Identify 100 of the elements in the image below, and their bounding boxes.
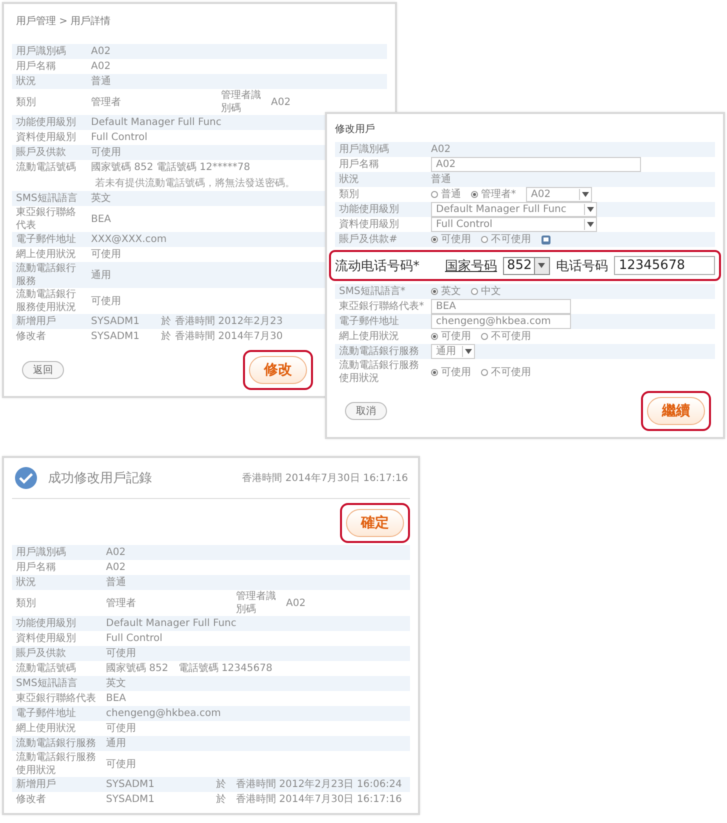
- field-label: 電子郵件地址: [16, 233, 77, 246]
- field-value: A02: [91, 45, 111, 58]
- caret-icon: [465, 349, 472, 354]
- field-value: 普通: [106, 576, 126, 589]
- field-label: 流動電話號碼: [16, 662, 77, 675]
- timestamp: 香港時間 2012年2月23: [175, 315, 283, 328]
- radio-option[interactable]: 不可使用: [481, 366, 531, 378]
- field-label: 功能使用級別: [339, 203, 400, 216]
- field-label: 流動電話銀行服務: [16, 737, 97, 750]
- field-label: 類別: [16, 96, 37, 108]
- field-label: 用戶識別碼: [339, 143, 390, 156]
- radio-option[interactable]: 可使用: [431, 366, 471, 378]
- field-label: 資料使用級別: [16, 131, 77, 144]
- field-label: 資料使用級別: [339, 218, 400, 231]
- input-field[interactable]: A02: [431, 157, 641, 172]
- field-label: 用戶識別碼: [16, 546, 67, 559]
- field-label: 東亞銀行聯絡代表: [16, 206, 77, 232]
- action-button[interactable]: 繼續: [647, 397, 705, 425]
- field-label: SMS短訊語言: [16, 192, 78, 205]
- radio-option[interactable]: 中文: [471, 285, 501, 298]
- field-value: chengeng@hkbea.com: [106, 707, 221, 720]
- dropdown[interactable]: A02: [526, 187, 592, 202]
- panel-title: 修改用戶: [335, 122, 376, 137]
- field-label: 狀況: [339, 173, 360, 186]
- field-value: A02: [91, 60, 111, 73]
- field-value: Full Control: [106, 632, 162, 645]
- radio-option[interactable]: 英文: [431, 285, 461, 298]
- field-label: 東亞銀行聯絡代表*: [339, 300, 425, 313]
- field-value: 英文: [91, 192, 111, 205]
- field-value: SYSADM1: [91, 330, 141, 343]
- field-label: 類別: [339, 188, 360, 201]
- field-label: 流動電話銀行服務使用狀況: [339, 359, 420, 385]
- field-label: 狀況: [16, 576, 37, 589]
- field-value: 可使用: [91, 248, 121, 261]
- field-label: 流動電話銀行服務使用狀況: [16, 288, 77, 314]
- field-label: 網上使用狀況: [339, 330, 400, 343]
- field-label: 網上使用狀況: [16, 722, 77, 735]
- action-button[interactable]: 返回: [22, 361, 64, 379]
- field-label: 国家号码: [445, 258, 497, 274]
- dropdown[interactable]: Default Manager Full Func: [431, 202, 597, 217]
- field-label: 東亞銀行聯絡代表: [16, 692, 97, 705]
- dropdown[interactable]: 通用: [431, 344, 475, 359]
- field-value: 管理者: [106, 596, 137, 610]
- field-value: BEA: [106, 692, 126, 705]
- dropdown[interactable]: Full Control: [431, 217, 597, 232]
- action-button[interactable]: 確定: [346, 509, 404, 537]
- field-value: SYSADM1: [91, 315, 141, 328]
- radio-option[interactable]: 管理者*: [471, 188, 516, 201]
- action-button[interactable]: 修改: [249, 356, 307, 384]
- timestamp: 香港時間 2014年7月30: [175, 330, 283, 343]
- radio-option[interactable]: 普通: [431, 188, 461, 201]
- field-label: 賬戶及供款#: [339, 233, 398, 246]
- field-label: 管理者識別碼: [221, 89, 262, 115]
- field-value: A02: [271, 96, 291, 108]
- timestamp: 香港時間 2014年7月30日 16:17:16: [242, 472, 408, 485]
- field-value: BEA: [91, 212, 112, 226]
- caret-icon: [582, 192, 589, 197]
- field-label: 電子郵件地址: [16, 707, 77, 720]
- radio-option[interactable]: 不可使用: [481, 330, 531, 343]
- field-value: 國家號碼 852 電話號碼 12*****78: [91, 161, 250, 174]
- breadcrumb: 用戶管理 > 用戶詳情: [15, 14, 112, 29]
- field-value: SYSADM1: [106, 793, 156, 806]
- field-value: A02: [431, 143, 451, 156]
- timestamp: 香港時間 2012年2月23日 16:06:24: [236, 778, 402, 791]
- field-value: SYSADM1: [106, 778, 156, 791]
- field-label: 用戶名稱: [16, 561, 57, 574]
- field-label: 流動電話銀行服務使用狀況: [16, 751, 97, 777]
- field-label: SMS短訊語言: [16, 677, 78, 690]
- radio-option[interactable]: 可使用: [431, 233, 471, 246]
- input-field[interactable]: BEA: [431, 299, 571, 314]
- field-value: 於: [161, 315, 172, 328]
- field-label: 功能使用級別: [16, 617, 77, 630]
- caret-icon: [587, 222, 594, 227]
- caret-icon: [538, 263, 546, 268]
- field-value: 管理者: [91, 96, 122, 108]
- radio-option[interactable]: 可使用: [431, 330, 471, 343]
- field-value: A02: [106, 546, 126, 559]
- field-value: Default Manager Full Func: [106, 617, 236, 630]
- field-value: Default Manager Full Func: [91, 116, 222, 129]
- dropdown[interactable]: 852: [503, 256, 550, 274]
- field-value: 普通: [91, 75, 111, 88]
- action-button[interactable]: 取消: [345, 402, 387, 420]
- field-label: 電子郵件地址: [339, 315, 400, 328]
- field-label: 資料使用級別: [16, 632, 77, 645]
- caret-icon: [587, 207, 594, 212]
- field-label: 用戶名稱: [339, 158, 380, 171]
- field-label: 修改者: [16, 330, 47, 343]
- field-value: 於: [216, 778, 227, 791]
- field-value: 普通: [431, 173, 451, 186]
- field-label: 流動電話銀行服務: [339, 345, 420, 358]
- field-label: 用戶識別碼: [16, 45, 67, 58]
- field-label: 流動電話銀行服務: [16, 262, 77, 288]
- input-field[interactable]: chengeng@hkbea.com: [431, 314, 571, 329]
- field-value: 英文: [106, 677, 126, 690]
- field-label: 流動電話號碼: [16, 161, 77, 174]
- hint-text: 若未有提供流動電話號碼，將無法發送密碼。: [95, 176, 295, 191]
- field-value: 可使用: [106, 722, 136, 735]
- field-value: XXX@XXX.com: [91, 233, 167, 246]
- radio-option[interactable]: 不可使用: [481, 233, 531, 246]
- input-field[interactable]: 12345678: [614, 256, 715, 275]
